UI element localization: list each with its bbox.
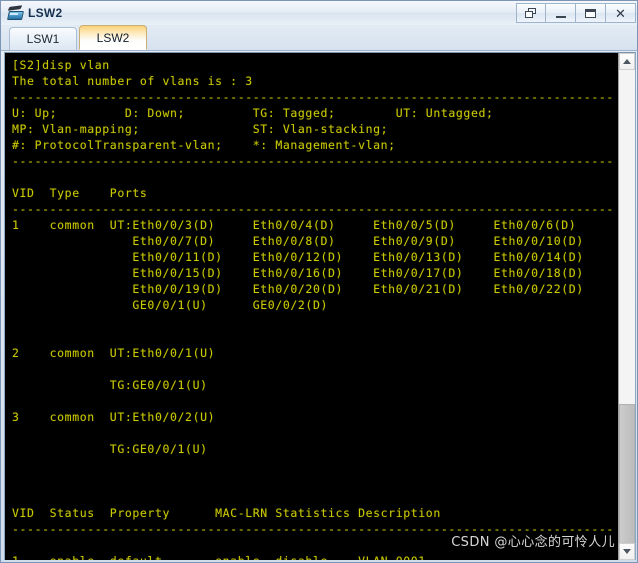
restore-button[interactable] — [516, 3, 546, 23]
scroll-up-button[interactable] — [619, 53, 635, 70]
switch-icon — [6, 4, 24, 22]
title-bar: LSW2 ✕ — [1, 1, 637, 25]
scroll-up-icon — [623, 59, 631, 64]
minimize-button[interactable] — [546, 3, 576, 23]
close-icon: ✕ — [615, 5, 626, 21]
vertical-scrollbar[interactable] — [618, 53, 635, 560]
maximize-button[interactable] — [576, 3, 606, 23]
window-bottom-edge — [1, 560, 637, 562]
restore-icon — [525, 8, 537, 18]
terminal-window: LSW2 ✕ LSW1 LSW2 [S2]disp vlan The total… — [0, 0, 638, 563]
watermark-text: CSDN @心心念的可怜人儿 — [451, 535, 615, 550]
window-title: LSW2 — [28, 6, 63, 20]
window-controls: ✕ — [516, 3, 636, 23]
scrollbar-thumb[interactable] — [619, 404, 635, 545]
scrollbar-track[interactable] — [619, 70, 635, 545]
minimize-icon — [555, 15, 566, 18]
scroll-down-button[interactable] — [619, 543, 635, 560]
tab-lsw1[interactable]: LSW1 — [9, 27, 77, 50]
terminal-output: [S2]disp vlan The total number of vlans … — [12, 58, 614, 560]
close-button[interactable]: ✕ — [606, 3, 636, 23]
scroll-down-icon — [623, 549, 631, 554]
tab-lsw2[interactable]: LSW2 — [79, 25, 147, 50]
maximize-icon — [585, 8, 596, 18]
terminal-screen[interactable]: [S2]disp vlan The total number of vlans … — [5, 53, 618, 560]
terminal-panel: [S2]disp vlan The total number of vlans … — [4, 52, 636, 561]
tab-bar: LSW1 LSW2 — [1, 25, 637, 51]
